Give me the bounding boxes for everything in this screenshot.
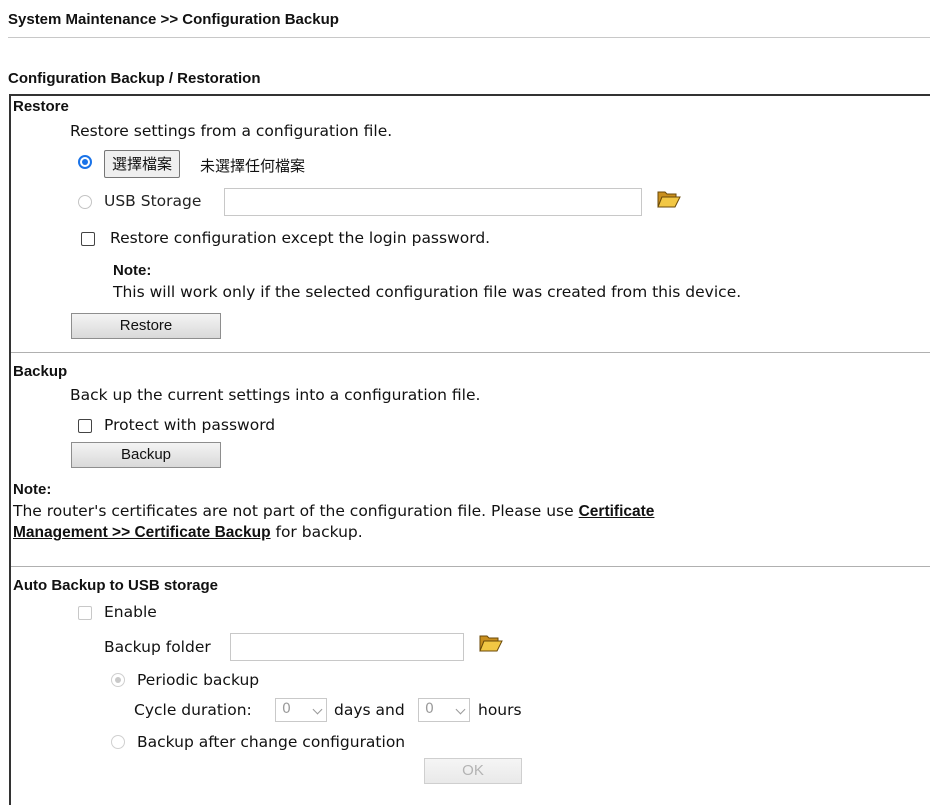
days-select-value: 0 [282,701,291,717]
restore-note-text: This will work only if the selected conf… [113,283,742,301]
backup-folder-label: Backup folder [104,638,211,656]
after-change-backup-radio[interactable] [111,735,125,749]
usb-storage-label: USB Storage [104,192,202,210]
backup-note-line-2: Management >> Certificate Backup for bac… [13,523,363,542]
days-and-label: days and [334,701,405,719]
restore-divider [11,352,930,353]
choose-file-button[interactable]: 選擇檔案 [104,150,181,178]
certificate-backup-link-part-1[interactable]: Certificate [579,503,655,520]
no-file-chosen-text: 未選擇任何檔案 [200,157,306,175]
header-divider [8,37,930,38]
backup-folder-input[interactable] [230,633,464,661]
backup-note-line-1: The router's certificates are not part o… [13,502,654,521]
restore-heading: Restore [13,98,69,115]
chevron-down-icon [312,704,323,715]
ok-button[interactable]: OK [424,758,522,784]
auto-backup-enable-checkbox[interactable] [78,606,92,620]
days-select[interactable]: 0 [275,698,327,722]
breadcrumb: System Maintenance >> Configuration Back… [8,11,339,28]
auto-backup-enable-label: Enable [104,603,157,621]
backup-folder-icon[interactable] [478,631,504,657]
periodic-backup-radio[interactable] [111,673,125,687]
restore-description: Restore settings from a configuration fi… [70,122,393,140]
backup-button[interactable]: Backup [71,442,221,468]
except-password-checkbox[interactable] [81,232,95,246]
hours-label: hours [478,701,522,719]
section-title: Configuration Backup / Restoration [8,70,261,87]
after-change-backup-label: Backup after change configuration [137,733,406,751]
restore-note-label: Note: [113,262,152,279]
auto-backup-heading: Auto Backup to USB storage [13,577,219,594]
protect-password-checkbox[interactable] [78,419,92,433]
backup-note-label: Note: [13,481,52,498]
restore-button[interactable]: Restore [71,313,221,339]
restore-local-file-radio[interactable] [78,155,92,169]
backup-divider [11,566,930,567]
backup-description: Back up the current settings into a conf… [70,386,481,404]
usb-path-input[interactable] [224,188,642,216]
cycle-duration-label: Cycle duration: [134,701,252,719]
backup-note-text-2: for backup. [270,523,363,541]
restore-usb-radio[interactable] [78,195,92,209]
hours-select-value: 0 [425,701,434,717]
backup-note-text-1: The router's certificates are not part o… [13,502,579,520]
certificate-backup-link-part-2[interactable]: Management >> Certificate Backup [13,524,271,541]
hours-select[interactable]: 0 [418,698,470,722]
backup-heading: Backup [13,363,68,380]
chevron-down-icon [455,704,466,715]
protect-password-label: Protect with password [104,416,276,434]
folder-icon[interactable] [656,187,682,213]
periodic-backup-label: Periodic backup [137,671,260,689]
except-password-label: Restore configuration except the login p… [110,229,491,247]
